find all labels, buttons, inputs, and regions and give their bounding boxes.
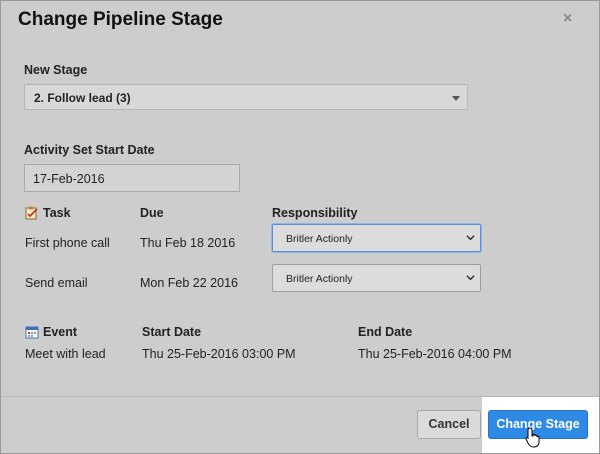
task-name: Send email bbox=[25, 276, 88, 290]
task-due: Mon Feb 22 2016 bbox=[140, 276, 238, 290]
event-end: Thu 25-Feb-2016 04:00 PM bbox=[358, 347, 512, 361]
responsibility-header: Responsibility bbox=[272, 206, 358, 220]
responsibility-select[interactable]: Britler Actionly bbox=[272, 224, 481, 252]
pointer-cursor-icon bbox=[525, 427, 540, 448]
event-name: Meet with lead bbox=[25, 347, 106, 361]
due-header: Due bbox=[140, 206, 164, 220]
event-start: Thu 25-Feb-2016 03:00 PM bbox=[142, 347, 296, 361]
event-header: Event bbox=[43, 325, 78, 339]
calendar-icon bbox=[25, 326, 39, 339]
task-due: Thu Feb 18 2016 bbox=[140, 236, 236, 250]
caret-down-icon bbox=[452, 96, 460, 101]
activity-start-date-value: 17-Feb-2016 bbox=[33, 172, 105, 186]
activity-start-label: Activity Set Start Date bbox=[24, 143, 155, 157]
end-date-header: End Date bbox=[358, 325, 413, 339]
cancel-button[interactable]: Cancel bbox=[417, 410, 481, 439]
task-header: Task bbox=[43, 206, 71, 220]
responsibility-value: Britler Actionly bbox=[286, 273, 353, 285]
task-icon bbox=[25, 206, 38, 220]
chevron-down-icon bbox=[466, 235, 475, 241]
responsibility-select[interactable]: Britler Actionly bbox=[272, 264, 481, 292]
dialog-title: Change Pipeline Stage bbox=[18, 9, 223, 30]
change-pipeline-stage-dialog: Change Pipeline Stage × New Stage 2. Fol… bbox=[0, 0, 600, 454]
new-stage-label: New Stage bbox=[24, 63, 88, 77]
new-stage-value: 2. Follow lead (3) bbox=[34, 91, 131, 105]
task-name: First phone call bbox=[25, 236, 110, 250]
activity-start-date-input[interactable]: 17-Feb-2016 bbox=[24, 164, 240, 192]
responsibility-value: Britler Actionly bbox=[286, 233, 353, 245]
close-icon[interactable]: × bbox=[563, 10, 572, 28]
new-stage-select[interactable]: 2. Follow lead (3) bbox=[24, 84, 468, 110]
chevron-down-icon bbox=[466, 275, 475, 281]
start-date-header: Start Date bbox=[142, 325, 202, 339]
